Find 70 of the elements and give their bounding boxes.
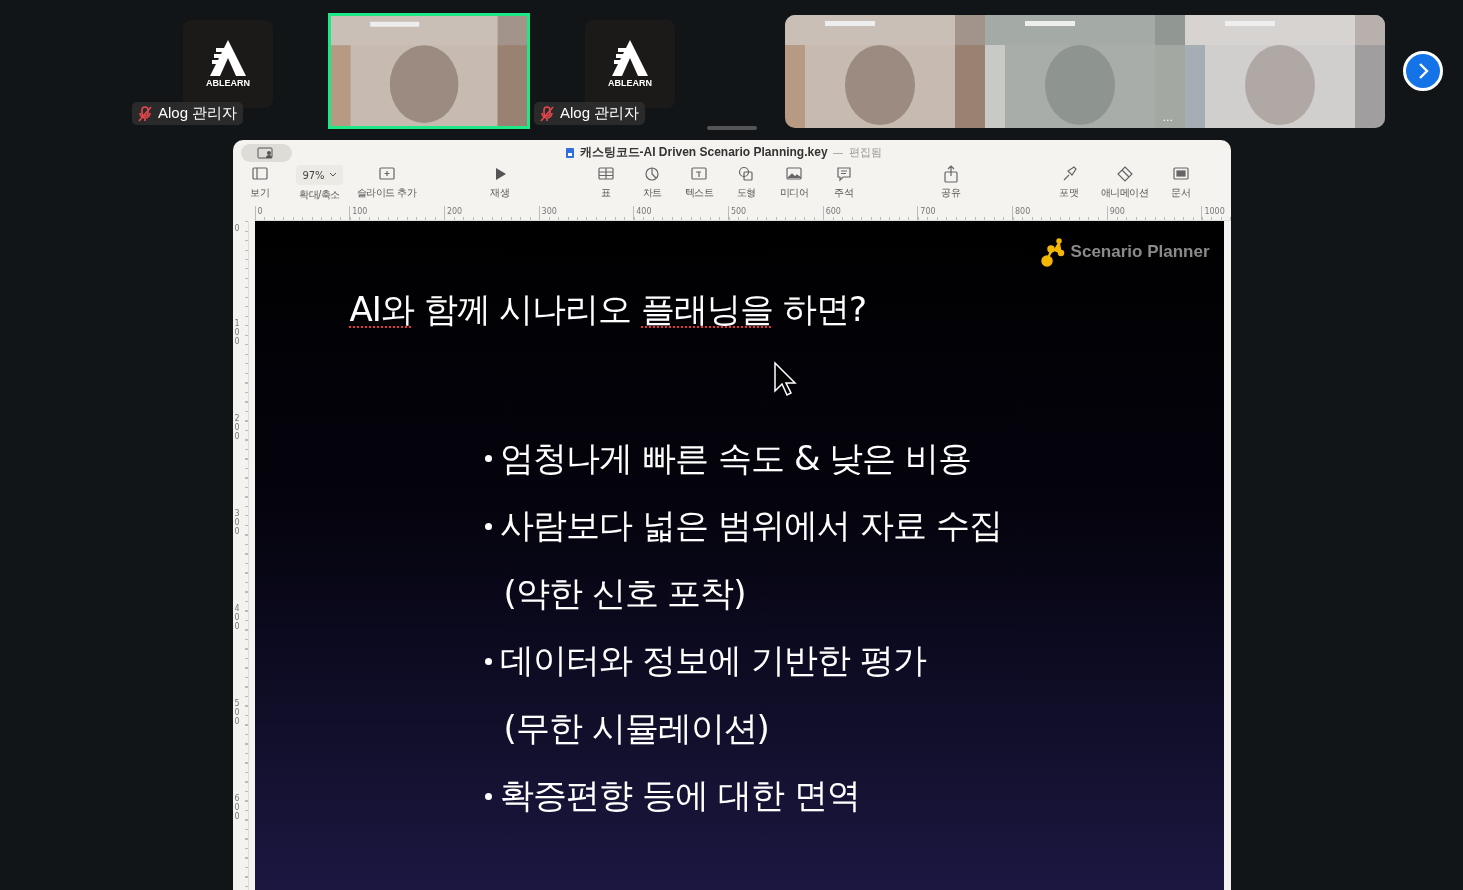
bullet-icon xyxy=(485,792,493,800)
chart-icon xyxy=(643,165,661,184)
toolbar-button[interactable]: 애니메이션 xyxy=(1093,165,1156,201)
shape-icon xyxy=(737,165,755,184)
toolbar-button[interactable]: 차트 xyxy=(628,165,676,201)
toolbar-button[interactable]: 미디어 xyxy=(769,165,819,201)
title-separator: — xyxy=(832,146,844,160)
mic-off-icon xyxy=(540,105,554,122)
comment-icon xyxy=(834,165,853,184)
bullet-icon xyxy=(485,455,493,463)
bullet-text: 데이터와 정보에 기반한 평가 xyxy=(500,639,926,683)
ruler-label: 700 xyxy=(917,206,1012,220)
drag-handle[interactable] xyxy=(706,126,757,130)
share-icon xyxy=(941,165,960,184)
ruler-label: 600 xyxy=(822,206,918,220)
slide-title: AI와 함께 시나리오 플래닝을 하면? xyxy=(349,288,868,331)
toolbar-button[interactable]: 포맷 xyxy=(1043,165,1094,201)
ruler-label: 400 xyxy=(233,605,241,633)
ruler-label: 100 xyxy=(349,206,444,220)
ruler-label: 800 xyxy=(1012,206,1107,220)
edited-status: 편집됨 xyxy=(848,145,882,161)
toolbar-button[interactable]: 문서 xyxy=(1155,165,1206,201)
mic-off-icon xyxy=(138,105,152,122)
bullet-text: (무한 시뮬레이션) xyxy=(503,706,769,750)
bullet-text: 확증편향 등에 대한 면역 xyxy=(500,774,860,818)
toolbar-button[interactable]: 텍스트 xyxy=(675,165,723,201)
toolbar-button[interactable]: 재생 xyxy=(474,165,525,201)
bullet-icon xyxy=(485,657,493,665)
ruler-label: 0 xyxy=(254,206,350,220)
logo-icon xyxy=(208,40,248,76)
toolbar-button[interactable]: 보기 xyxy=(240,165,279,201)
bullet-icon xyxy=(485,522,493,530)
file-icon xyxy=(564,146,575,159)
toolbar-button[interactable]: 97% 확대/축소 xyxy=(282,165,357,203)
ruler-label: 100 xyxy=(233,320,241,348)
ruler-label: 300 xyxy=(538,206,634,220)
bullet-text: 사람보다 넓은 범위에서 자료 수집 xyxy=(500,504,1002,548)
ruler-label: 400 xyxy=(633,206,728,220)
toolbar-button[interactable]: 공유 xyxy=(925,165,976,201)
chevron-down-icon xyxy=(328,172,337,179)
zoom-field[interactable]: 97% xyxy=(296,165,343,186)
ruler-label: 900 xyxy=(1106,206,1202,220)
brand-name: Scenario Planner xyxy=(1070,242,1210,262)
sidebar-toggle-button[interactable] xyxy=(240,143,292,162)
presenter-icon xyxy=(257,146,275,159)
toolbar-button[interactable]: 도형 xyxy=(722,165,770,201)
ruler-label: 500 xyxy=(727,206,823,220)
ruler-label: 1000 xyxy=(1201,206,1231,220)
ruler-label: 300 xyxy=(233,510,241,538)
ruler-label: 200 xyxy=(233,415,241,443)
logo-text: ABLEARN xyxy=(608,78,652,88)
more-text: ... xyxy=(1162,110,1173,124)
logo-icon xyxy=(610,40,650,76)
participant-name: Alog 관리자 xyxy=(560,104,640,123)
next-button[interactable] xyxy=(1403,51,1443,91)
ruler-label: 0 xyxy=(233,225,241,235)
ruler-label: 200 xyxy=(443,206,539,220)
toolbar-button[interactable]: 슬라이드 추가 xyxy=(356,165,417,201)
bullet-text: 엄청나게 빠른 속도 & 낮은 비용 xyxy=(500,436,972,480)
ruler-label: 500 xyxy=(233,700,241,728)
logo-text: ABLEARN xyxy=(206,78,250,88)
window-title: 캐스팅코드-AI Driven Scenario Planning.key xyxy=(579,144,828,162)
mouse-cursor-icon xyxy=(773,361,798,397)
animate-icon xyxy=(1115,165,1134,184)
toolbar-button[interactable]: 표 xyxy=(582,165,629,201)
bullet-text: (약한 신호 포착) xyxy=(503,571,746,615)
toolbar-button[interactable]: 주석 xyxy=(818,165,869,201)
ruler-label: 600 xyxy=(233,795,241,823)
participant-name: Alog 관리자 xyxy=(158,104,238,123)
network-logo-icon xyxy=(1040,237,1067,267)
